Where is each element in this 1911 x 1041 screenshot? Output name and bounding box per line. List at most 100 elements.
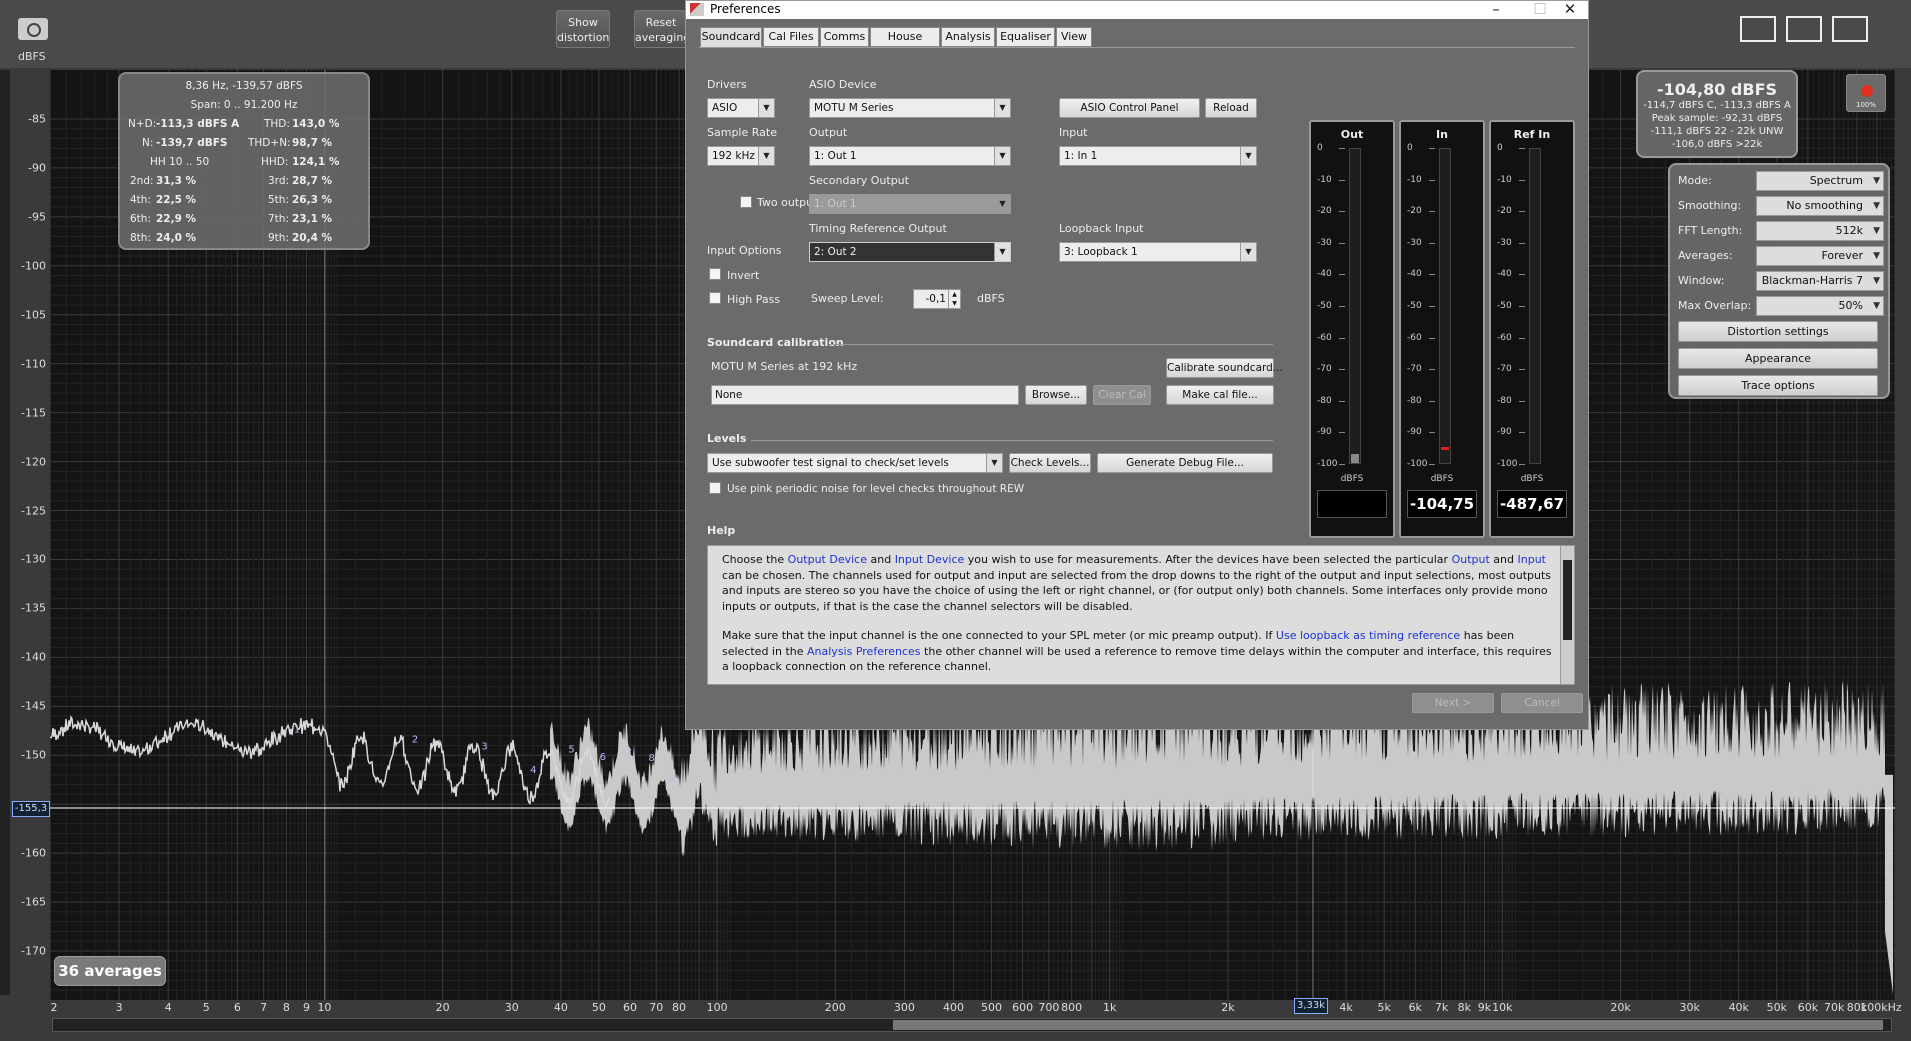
y-tick-label: -125 bbox=[21, 504, 46, 518]
chevron-down-icon: ▼ bbox=[758, 99, 774, 117]
asio-device-select[interactable]: MOTU M Series ▼ bbox=[809, 98, 1011, 118]
next-button[interactable]: Next > bbox=[1412, 693, 1494, 713]
output-select[interactable]: 1: Out 1 ▼ bbox=[809, 146, 1011, 166]
meter-scale-label: -90 bbox=[1407, 427, 1422, 438]
cal-file-field[interactable]: None bbox=[711, 385, 1019, 405]
help-text-area[interactable]: Choose the Output Device and Input Devic… bbox=[707, 545, 1575, 685]
x-tick-label: 30k bbox=[1679, 1001, 1700, 1014]
spinner-arrows-icon[interactable]: ▲ ▼ bbox=[948, 290, 960, 308]
high-pass-label: High Pass bbox=[727, 293, 781, 306]
secondary-output-value: 1: Out 1 bbox=[814, 198, 857, 210]
reload-button[interactable]: Reload bbox=[1205, 98, 1257, 118]
y-tick-label: -165 bbox=[21, 895, 46, 909]
averages-select[interactable]: Forever bbox=[1756, 246, 1884, 266]
distortion-settings-button[interactable]: Distortion settings bbox=[1678, 321, 1878, 342]
calibrate-soundcard-button[interactable]: Calibrate soundcard... bbox=[1166, 358, 1283, 378]
x-tick-label: 2k bbox=[1221, 1001, 1235, 1014]
help-scrollbar-thumb[interactable] bbox=[1563, 560, 1572, 640]
harmonic-marker: 2 bbox=[412, 735, 418, 746]
loopback-input-select[interactable]: 3: Loopback 1 ▼ bbox=[1059, 242, 1257, 262]
tab-cal-files[interactable]: Cal Files bbox=[763, 27, 819, 47]
help-link-loopback-timing[interactable]: Use loopback as timing reference bbox=[1276, 629, 1460, 642]
level-above-22k: -106,0 dBFS >22k bbox=[1671, 139, 1763, 150]
x-tick-label: 3 bbox=[115, 1001, 123, 1014]
levels-signal-select[interactable]: Use subwoofer test signal to check/set l… bbox=[707, 453, 1003, 473]
smoothing-row: Smoothing: No smoothing bbox=[1678, 196, 1884, 216]
drivers-select[interactable]: ASIO ▼ bbox=[707, 98, 775, 118]
horizontal-scrollbar[interactable] bbox=[52, 1018, 1892, 1032]
minimize-icon[interactable]: – bbox=[1476, 0, 1516, 18]
secondary-output-select[interactable]: 1: Out 1 ▼ bbox=[809, 194, 1011, 214]
loopback-input-value: 3: Loopback 1 bbox=[1064, 246, 1138, 258]
two-outputs-checkbox[interactable] bbox=[740, 196, 752, 208]
sweep-level-spinner[interactable]: -0,1 ▲ ▼ bbox=[913, 289, 961, 309]
asio-control-panel-button[interactable]: ASIO Control Panel bbox=[1059, 98, 1200, 118]
record-button[interactable]: 100% bbox=[1846, 74, 1886, 112]
invert-label: Invert bbox=[727, 269, 760, 282]
camera-icon[interactable] bbox=[18, 18, 48, 40]
invert-checkbox[interactable] bbox=[709, 268, 721, 280]
help-link-input[interactable]: Input bbox=[1518, 553, 1546, 566]
harmonic-marker: 9 bbox=[668, 774, 674, 785]
fit-to-window-icon[interactable] bbox=[1832, 16, 1868, 42]
calibration-device-text: MOTU M Series at 192 kHz bbox=[711, 360, 858, 373]
x-tick-label: 70 bbox=[649, 1001, 664, 1014]
harmonic-marker: 5 bbox=[568, 744, 574, 755]
thd-value: 143,0 % bbox=[292, 118, 340, 130]
help-link-analysis-preferences[interactable]: Analysis Preferences bbox=[807, 645, 921, 658]
smoothing-select[interactable]: No smoothing bbox=[1756, 196, 1884, 216]
meter-scale-label: -40 bbox=[1497, 269, 1512, 280]
help-link-input-device[interactable]: Input Device bbox=[895, 553, 965, 566]
pink-noise-checkbox[interactable] bbox=[709, 482, 721, 494]
check-levels-button[interactable]: Check Levels... bbox=[1009, 453, 1091, 473]
window-select[interactable]: Blackman-Harris 7 bbox=[1756, 271, 1884, 291]
meter-scale-label: -30 bbox=[1317, 237, 1332, 248]
show-distortion-button[interactable]: Show distortion bbox=[556, 10, 610, 48]
help-scrollbar[interactable] bbox=[1560, 546, 1574, 684]
meter-scale-label: -80 bbox=[1407, 395, 1422, 406]
help-paragraph: Make sure that the input channel is the … bbox=[722, 628, 1552, 675]
appearance-button[interactable]: Appearance bbox=[1678, 348, 1878, 369]
input-select[interactable]: 1: In 1 ▼ bbox=[1059, 146, 1257, 166]
tab-equaliser[interactable]: Equaliser bbox=[996, 27, 1055, 47]
tab-comms[interactable]: Comms bbox=[820, 27, 869, 47]
meter-tick bbox=[1519, 369, 1525, 371]
columns-layout-icon[interactable] bbox=[1786, 16, 1822, 42]
x-tick-label: 7 bbox=[260, 1001, 268, 1014]
tab-house-curve[interactable]: House Curve bbox=[870, 27, 940, 61]
hhd-label: HHD: bbox=[261, 156, 289, 168]
help-text: can be chosen. The channels used for out… bbox=[722, 568, 1552, 613]
fft-length-select[interactable]: 512k bbox=[1756, 221, 1884, 241]
generate-debug-file-button[interactable]: Generate Debug File... bbox=[1097, 453, 1273, 473]
tab-view[interactable]: View bbox=[1056, 27, 1092, 47]
help-link-output[interactable]: Output bbox=[1452, 553, 1490, 566]
sample-rate-select[interactable]: 192 kHz ▼ bbox=[707, 146, 775, 166]
x-tick-label: 2 bbox=[50, 1001, 58, 1014]
help-link-output-device[interactable]: Output Device bbox=[788, 553, 867, 566]
reset-averaging-button[interactable]: Reset averaging bbox=[634, 10, 690, 48]
h7-value: 23,1 % bbox=[292, 213, 333, 225]
window-layout-icon[interactable] bbox=[1740, 16, 1776, 42]
fft-length-label: FFT Length: bbox=[1678, 224, 1743, 237]
horizontal-scrollbar-thumb[interactable] bbox=[893, 1020, 1883, 1030]
level-weighted: -114,7 dBFS C, -113,3 dBFS A bbox=[1643, 100, 1791, 111]
clear-cal-button[interactable]: Clear Cal bbox=[1093, 385, 1151, 405]
distortion-info-box[interactable]: 8,36 Hz, -139,57 dBFS Span: 0 .. 91.200 … bbox=[118, 72, 370, 250]
high-pass-checkbox[interactable] bbox=[709, 292, 721, 304]
in-meter-peak-hold bbox=[1441, 447, 1449, 450]
make-cal-file-button[interactable]: Make cal file... bbox=[1166, 385, 1274, 405]
browse-button[interactable]: Browse... bbox=[1025, 385, 1087, 405]
soundcard-calibration-heading: Soundcard calibration bbox=[707, 336, 844, 349]
trace-options-button[interactable]: Trace options bbox=[1678, 375, 1878, 396]
close-icon[interactable]: ✕ bbox=[1550, 0, 1590, 18]
max-overlap-select[interactable]: 50% bbox=[1756, 296, 1884, 316]
dialog-titlebar[interactable]: Preferences – ☐ ✕ bbox=[686, 0, 1590, 19]
x-tick-label: 50k bbox=[1766, 1001, 1787, 1014]
tab-soundcard[interactable]: Soundcard bbox=[700, 27, 762, 47]
timing-reference-select[interactable]: 2: Out 2 ▼ bbox=[809, 242, 1011, 262]
tab-analysis[interactable]: Analysis bbox=[941, 27, 995, 47]
cancel-button[interactable]: Cancel bbox=[1501, 693, 1583, 713]
mode-select[interactable]: Spectrum bbox=[1756, 171, 1884, 191]
dialog-title: Preferences bbox=[710, 2, 781, 16]
meter-scale-label: -70 bbox=[1317, 364, 1332, 375]
